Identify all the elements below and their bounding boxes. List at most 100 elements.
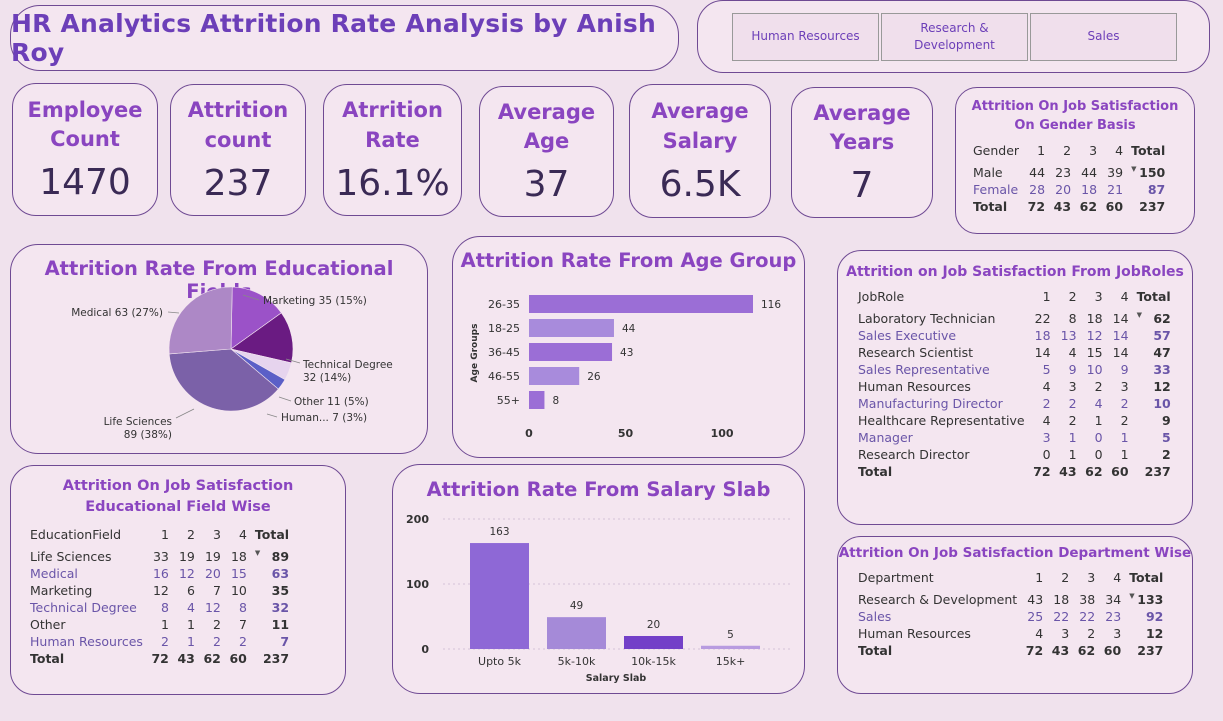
table-cell: 12 (152, 583, 169, 599)
table-cell: 63 (271, 566, 290, 582)
kpi-average-years: Average Years 7 (791, 87, 933, 218)
data-label: 26 (587, 371, 601, 383)
kpi-average-age: Average Age 37 (479, 86, 614, 217)
table-total-cell: 72 (1027, 198, 1046, 214)
slicer-button-research-development[interactable]: Research & Development (881, 12, 1028, 61)
table-cell: Other (30, 617, 66, 633)
table-cell: 4 (1094, 396, 1103, 411)
table-cell: 3 (1068, 379, 1077, 394)
table-cell: 12 (1145, 626, 1164, 641)
y-tick-label: 55+ (497, 394, 520, 407)
department-satisfaction-matrix: Attrition On Job Satisfaction Department… (837, 536, 1193, 694)
x-tick-label: 0 (525, 427, 533, 440)
table-cell: Male (973, 164, 1003, 180)
table-cell: 2 (1087, 626, 1096, 641)
table-total-cell: 237 (1139, 198, 1166, 214)
table-cell: 7 (280, 634, 290, 650)
bar[interactable] (701, 645, 760, 649)
table-row: Research Scientist 14 4 15 14 47 (854, 344, 1175, 361)
table-cell: 22 (1034, 311, 1051, 326)
table-cell: 13 (1060, 328, 1077, 343)
table-header-row: JobRole 1 2 3 4 Total (854, 288, 1175, 319)
table-total-cell: 237 (1137, 643, 1164, 658)
department-slicer: Human Resources Research & Development S… (697, 0, 1210, 73)
table-cell: Human Resources (858, 379, 971, 394)
panel-title: Attrition On Job Satisfaction On Gender … (971, 99, 1179, 133)
table-cell: 5 (1162, 430, 1171, 445)
panel-title: Attrition On Job Satisfaction Educationa… (62, 478, 294, 516)
table-cell: 6 (186, 583, 195, 599)
table-cell: 2 (1068, 396, 1077, 411)
table-row: Life Sciences 33 19 19 18 89 (26, 548, 293, 565)
column-header: 2 (1061, 570, 1070, 585)
bar[interactable] (529, 295, 753, 313)
table-cell: 19 (204, 549, 221, 565)
table-cell: 12 (204, 600, 221, 616)
table-cell: Medical (30, 566, 78, 582)
column-header: EducationField (30, 527, 122, 543)
table-cell: 32 (271, 600, 290, 616)
table-cell: 20 (204, 566, 221, 582)
table-cell: 35 (271, 583, 290, 599)
table-cell: Life Sciences (30, 549, 112, 565)
table-cell: 34 (1105, 592, 1122, 607)
table-row: Laboratory Technician 22 8 18 14 62 (854, 310, 1175, 327)
bar[interactable] (547, 617, 606, 649)
x-tick-label: 5k-10k (558, 655, 596, 668)
kpi-label: Employee Count (27, 97, 143, 151)
kpi-label: Attrition count (187, 98, 289, 152)
jobrole-table: JobRole1234TotalLaboratory Technician228… (854, 288, 1175, 480)
column-header: 4 (1115, 142, 1124, 158)
education-satisfaction-matrix: Attrition On Job Satisfaction Educationa… (10, 465, 346, 695)
pie-leader-line (167, 311, 180, 314)
table-total-cell: Total (973, 198, 1008, 214)
table-cell: 8 (1068, 311, 1077, 326)
bar[interactable] (624, 636, 683, 649)
table-cell: 1 (1120, 447, 1129, 462)
pie-slice[interactable] (168, 286, 233, 355)
bar[interactable] (470, 543, 529, 649)
data-label: 20 (647, 619, 660, 631)
y-tick-label: 46-55 (488, 370, 520, 383)
table-cell: 57 (1153, 328, 1171, 343)
table-cell: 18 (1034, 328, 1051, 343)
table-row: Human Resources 2 1 2 2 7 (26, 633, 293, 650)
slicer-button-sales[interactable]: Sales (1030, 12, 1177, 61)
column-header: Gender (973, 142, 1020, 158)
column-header: 2 (1063, 142, 1072, 158)
panel-title: Attrition On Job Satisfaction Department… (838, 545, 1192, 561)
bar[interactable] (529, 343, 613, 361)
column-header: 1 (1037, 142, 1046, 158)
table-cell: 1 (160, 617, 169, 633)
pie-data-label: Medical 63 (27%) (71, 307, 163, 319)
column-header: Total (1133, 288, 1175, 319)
table-row: Sales 25 22 22 23 92 (854, 608, 1167, 625)
kpi-attrition-rate: Atrrition Rate 16.1% (323, 84, 462, 216)
table-row: Technical Degree 8 4 12 8 32 (26, 599, 293, 616)
column-header: Department (858, 570, 934, 585)
bar[interactable] (529, 391, 545, 409)
table-cell: 87 (1147, 181, 1166, 197)
table-total-row: Total 72 43 62 60 237 (854, 642, 1167, 659)
pie-data-label: Other 11 (5%) (294, 396, 369, 408)
column-header: 1 (160, 527, 169, 543)
kpi-label: Average Age (497, 99, 596, 153)
column-header: 3 (1089, 142, 1098, 158)
table-cell: 3 (1120, 379, 1129, 394)
table-header-row: EducationField 1 2 3 4 Total (26, 526, 293, 557)
table-cell: 33 (1153, 362, 1171, 377)
column-header: JobRole (858, 289, 905, 304)
bar[interactable] (529, 319, 614, 337)
table-cell: 1 (1068, 447, 1077, 462)
slicer-button-human-resources[interactable]: Human Resources (732, 12, 879, 61)
table-cell: 21 (1107, 181, 1124, 197)
bar[interactable] (529, 367, 580, 385)
table-cell: Research Scientist (858, 345, 973, 360)
table-row: Female 28 20 18 21 87 (969, 181, 1169, 198)
table-cell: 4 (186, 600, 195, 616)
table-row: Sales Representative 5 9 10 9 33 (854, 361, 1175, 378)
table-cell: 10 (1086, 362, 1103, 377)
table-total-cell: 237 (262, 651, 290, 667)
table-cell: 15 (1086, 345, 1103, 360)
table-cell: 3 (1042, 430, 1051, 445)
